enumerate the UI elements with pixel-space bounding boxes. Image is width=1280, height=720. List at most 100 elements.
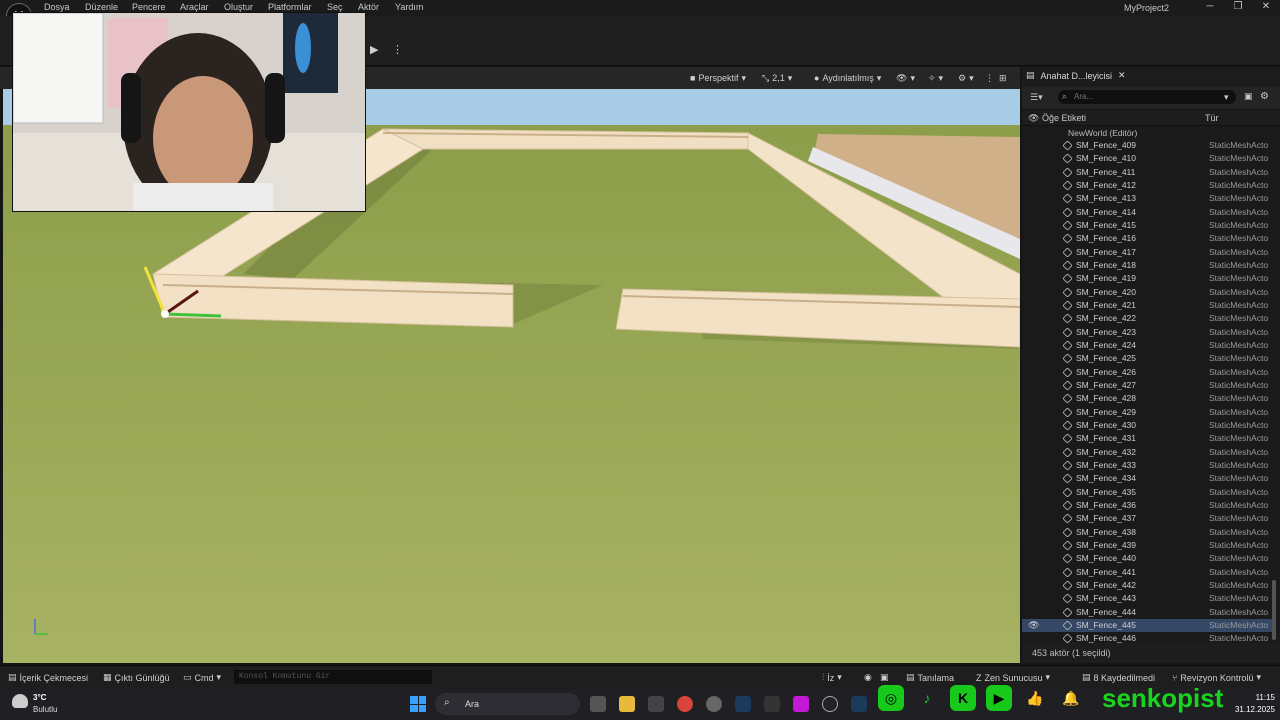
menu-tools[interactable]: Araçlar bbox=[180, 2, 209, 12]
outliner-row[interactable]: SM_Fence_441 StaticMeshActo bbox=[1022, 566, 1274, 579]
brand-name: senkopist bbox=[1102, 682, 1224, 713]
filter-icon[interactable]: ☰▾ bbox=[1030, 92, 1043, 103]
app-icon[interactable] bbox=[706, 696, 722, 712]
task-view-icon[interactable] bbox=[590, 696, 606, 712]
settings-button[interactable]: ⚙ ▾ bbox=[958, 71, 974, 85]
menu-help[interactable]: Yardım bbox=[395, 2, 423, 12]
outliner-settings-icon[interactable]: ⚙ bbox=[1260, 91, 1269, 102]
outliner-row[interactable]: SM_Fence_418 StaticMeshActo bbox=[1022, 259, 1274, 272]
menu-select[interactable]: Seç bbox=[327, 2, 343, 12]
outliner-row[interactable]: SM_Fence_419 StaticMeshActo bbox=[1022, 272, 1274, 285]
outliner-row[interactable]: SM_Fence_427 StaticMeshActo bbox=[1022, 379, 1274, 392]
outliner-row[interactable]: SM_Fence_411 StaticMeshActo bbox=[1022, 166, 1274, 179]
row-type: StaticMeshActo bbox=[1209, 140, 1269, 150]
outliner-row[interactable]: 👁 SM_Fence_445 StaticMeshActo bbox=[1022, 618, 1274, 632]
outliner-row[interactable]: SM_Fence_428 StaticMeshActo bbox=[1022, 392, 1274, 405]
layout-grid-icon[interactable]: ⊞ bbox=[999, 71, 1007, 85]
outliner-row[interactable]: SM_Fence_439 StaticMeshActo bbox=[1022, 539, 1274, 552]
trace-button[interactable]: ⫶ İz ▾ bbox=[822, 672, 842, 683]
outliner-row[interactable]: SM_Fence_444 StaticMeshActo bbox=[1022, 606, 1274, 619]
outliner-row[interactable]: SM_Fence_440 StaticMeshActo bbox=[1022, 552, 1274, 565]
unreal-engine-icon[interactable] bbox=[822, 696, 838, 712]
outliner-row[interactable]: SM_Fence_426 StaticMeshActo bbox=[1022, 366, 1274, 379]
outliner-row[interactable]: SM_Fence_410 StaticMeshActo bbox=[1022, 152, 1274, 165]
outliner-row[interactable]: SM_Fence_442 StaticMeshActo bbox=[1022, 579, 1274, 592]
close-icon[interactable]: ✕ bbox=[1258, 1, 1274, 12]
steam-2-icon[interactable] bbox=[851, 696, 867, 712]
outliner-scrollbar[interactable] bbox=[1272, 580, 1276, 640]
column-item-label[interactable]: Öğe Etiketi bbox=[1042, 113, 1086, 123]
outliner-row[interactable]: SM_Fence_430 StaticMeshActo bbox=[1022, 419, 1274, 432]
outliner-row[interactable]: SM_Fence_438 StaticMeshActo bbox=[1022, 526, 1274, 539]
add-folder-icon[interactable]: ▣ bbox=[1244, 91, 1253, 102]
static-mesh-icon bbox=[1062, 580, 1073, 591]
outliner-row[interactable]: SM_Fence_412 StaticMeshActo bbox=[1022, 179, 1274, 192]
menu-platforms[interactable]: Platformlar bbox=[268, 2, 312, 12]
outliner-row[interactable]: SM_Fence_435 StaticMeshActo bbox=[1022, 486, 1274, 499]
windows-start-icon[interactable] bbox=[410, 696, 426, 712]
store-icon[interactable] bbox=[648, 696, 664, 712]
output-log-button[interactable]: ▦ Çıktı Günlüğü bbox=[103, 672, 170, 683]
record-icon[interactable]: ◉ bbox=[864, 672, 872, 683]
file-explorer-icon[interactable] bbox=[619, 696, 635, 712]
cmd-dropdown[interactable]: ▭ Cmd ▾ bbox=[183, 672, 221, 683]
outliner-row[interactable]: SM_Fence_446 StaticMeshActo bbox=[1022, 632, 1274, 643]
show-button[interactable]: 👁 ▾ bbox=[896, 71, 915, 85]
outliner-row[interactable]: SM_Fence_409 StaticMeshActo bbox=[1022, 139, 1274, 152]
row-name: SM_Fence_446 bbox=[1076, 633, 1137, 643]
outliner-row[interactable]: SM_Fence_413 StaticMeshActo bbox=[1022, 192, 1274, 205]
epic-games-icon[interactable] bbox=[764, 696, 780, 712]
eye-icon[interactable]: 👁 bbox=[1028, 620, 1039, 631]
console-input[interactable]: Konsol Komutunu Gir bbox=[234, 670, 432, 684]
perspective-button[interactable]: ■ Perspektif ▾ bbox=[690, 71, 746, 85]
outliner-row[interactable]: SM_Fence_429 StaticMeshActo bbox=[1022, 406, 1274, 419]
outliner-row[interactable]: SM_Fence_420 StaticMeshActo bbox=[1022, 286, 1274, 299]
minimize-icon[interactable]: ─ bbox=[1202, 1, 1218, 12]
instagram-icon: ◎ bbox=[878, 685, 904, 711]
static-mesh-icon bbox=[1062, 486, 1073, 498]
outliner-row[interactable]: SM_Fence_415 StaticMeshActo bbox=[1022, 219, 1274, 232]
outliner-row[interactable]: SM_Fence_417 StaticMeshActo bbox=[1022, 246, 1274, 259]
viewport-more-icon[interactable]: ⋮ bbox=[985, 71, 994, 85]
steam-icon[interactable] bbox=[735, 696, 751, 712]
row-name: SM_Fence_428 bbox=[1076, 393, 1137, 404]
content-drawer-button[interactable]: ▤ İçerik Çekmecesi bbox=[8, 672, 88, 683]
outliner-row[interactable]: SM_Fence_437 StaticMeshActo bbox=[1022, 512, 1274, 525]
column-type[interactable]: Tür bbox=[1205, 113, 1219, 123]
search-dropdown-icon[interactable]: ▾ bbox=[1224, 92, 1229, 103]
outliner-row[interactable]: SM_Fence_431 StaticMeshActo bbox=[1022, 432, 1274, 445]
outliner-tab[interactable]: ▤ Anahat D...leyicisi ✕ bbox=[1026, 70, 1126, 81]
purple-app-icon[interactable] bbox=[793, 696, 809, 712]
outliner-row[interactable]: SM_Fence_425 StaticMeshActo bbox=[1022, 352, 1274, 365]
static-mesh-icon bbox=[1062, 273, 1073, 284]
outliner-row[interactable]: SM_Fence_436 StaticMeshActo bbox=[1022, 499, 1274, 512]
close-tab-icon[interactable]: ✕ bbox=[1118, 70, 1126, 81]
outliner-row[interactable]: SM_Fence_443 StaticMeshActo bbox=[1022, 592, 1274, 605]
chrome-icon[interactable] bbox=[677, 696, 693, 712]
menu-build[interactable]: Oluştur bbox=[224, 2, 253, 12]
outliner-row[interactable]: SM_Fence_421 StaticMeshActo bbox=[1022, 299, 1274, 312]
outliner-row[interactable]: SM_Fence_424 StaticMeshActo bbox=[1022, 339, 1274, 352]
menu-window[interactable]: Pencere bbox=[132, 2, 166, 12]
menu-file[interactable]: Dosya bbox=[44, 2, 70, 12]
scale-button[interactable]: ⤡ 2,1 ▾ bbox=[762, 71, 792, 85]
wand-icon: ✧ bbox=[928, 72, 936, 83]
outliner-row[interactable]: SM_Fence_416 StaticMeshActo bbox=[1022, 232, 1274, 245]
play-icon[interactable]: ▶ bbox=[370, 43, 378, 56]
menu-edit[interactable]: Düzenle bbox=[85, 2, 118, 12]
snap-button[interactable]: ✧ ▾ bbox=[928, 71, 943, 85]
taskbar-search[interactable]: Ara bbox=[435, 693, 580, 715]
row-name: SM_Fence_414 bbox=[1076, 206, 1137, 217]
weather-cloud-icon[interactable] bbox=[12, 694, 28, 708]
maximize-icon[interactable]: ❐ bbox=[1230, 1, 1246, 12]
outliner-row[interactable]: SM_Fence_433 StaticMeshActo bbox=[1022, 459, 1274, 472]
outliner-search-input[interactable]: Ara... bbox=[1058, 90, 1236, 104]
outliner-row[interactable]: SM_Fence_414 StaticMeshActo bbox=[1022, 206, 1274, 219]
menu-actor[interactable]: Aktör bbox=[358, 2, 379, 12]
more-options-icon[interactable]: ⋮ bbox=[392, 43, 403, 56]
outliner-row[interactable]: SM_Fence_432 StaticMeshActo bbox=[1022, 446, 1274, 459]
outliner-row[interactable]: SM_Fence_422 StaticMeshActo bbox=[1022, 312, 1274, 325]
lighting-button[interactable]: ● Aydınlatılmış ▾ bbox=[814, 71, 881, 85]
outliner-row[interactable]: SM_Fence_434 StaticMeshActo bbox=[1022, 472, 1274, 485]
outliner-row[interactable]: SM_Fence_423 StaticMeshActo bbox=[1022, 326, 1274, 339]
